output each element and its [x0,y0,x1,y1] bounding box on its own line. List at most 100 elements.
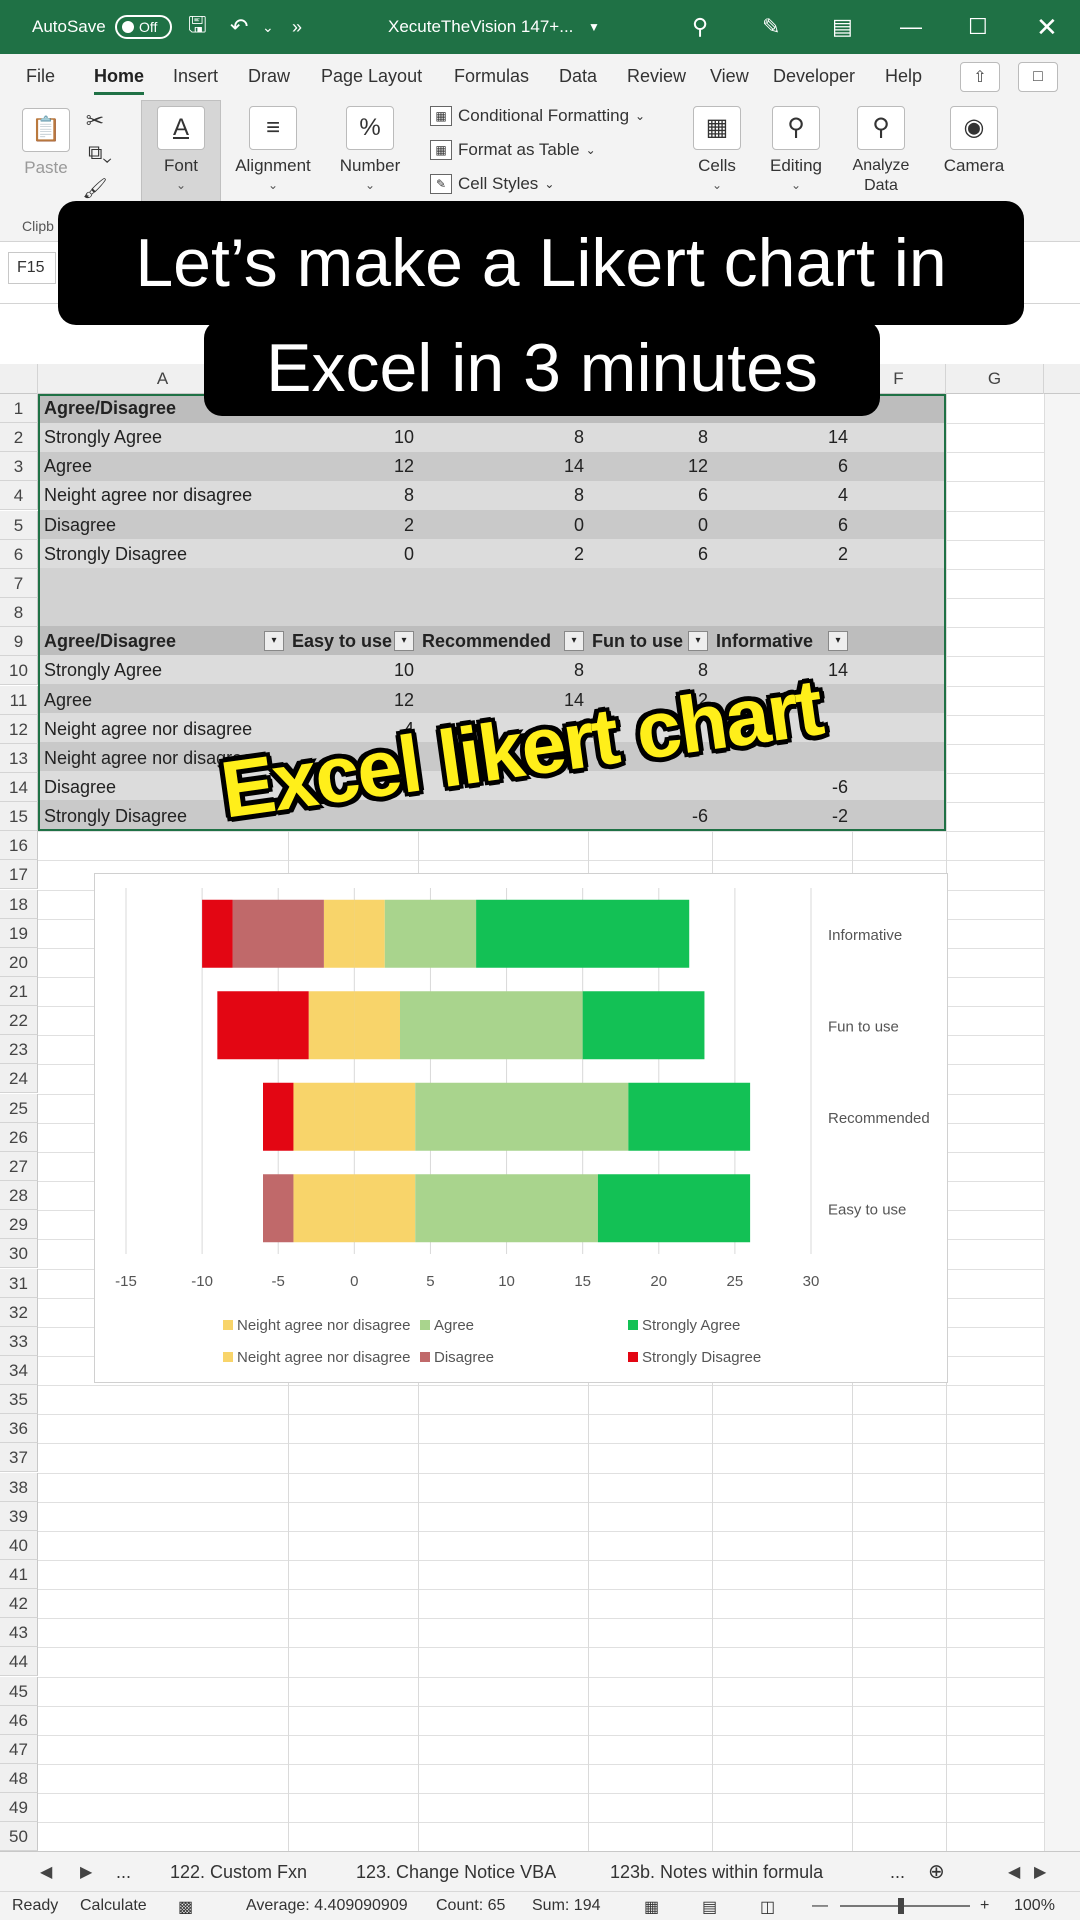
row-header[interactable]: 27 [0,1151,38,1181]
tab-insert[interactable]: Insert [173,66,218,87]
row-header[interactable]: 18 [0,889,38,919]
tab-draw[interactable]: Draw [248,66,290,87]
sheet-more-right[interactable]: ... [890,1862,905,1883]
ribbon-display-icon[interactable]: ▤ [832,0,853,54]
page-break-view-icon[interactable]: ◫ [760,1897,775,1917]
row-header[interactable]: 22 [0,1006,38,1036]
zoom-out-icon[interactable]: — [812,1897,828,1915]
analyze-data-button[interactable]: ⚲ Analyze Data [846,106,916,196]
row-header[interactable]: 25 [0,1093,38,1123]
row-header[interactable]: 28 [0,1181,38,1211]
minimize-icon[interactable]: — [900,0,922,54]
row-header[interactable]: 45 [0,1676,38,1706]
row-header[interactable]: 40 [0,1530,38,1560]
row-header[interactable]: 30 [0,1239,38,1269]
row-header[interactable]: 1 [0,394,38,423]
row-header[interactable]: 42 [0,1589,38,1619]
accessibility-icon[interactable]: ▩ [178,1897,193,1917]
share-icon[interactable]: ⇧ [960,62,1000,92]
cut-icon[interactable]: ✂ [80,108,110,134]
zoom-slider-thumb[interactable] [898,1898,904,1914]
tab-formulas[interactable]: Formulas [454,66,529,87]
row-header[interactable]: 11 [0,685,38,715]
row-header[interactable]: 34 [0,1355,38,1385]
row-header[interactable]: 24 [0,1064,38,1094]
pen-icon[interactable]: ✎ [762,0,780,54]
sheet-tab[interactable]: 122. Custom Fxn [170,1862,307,1883]
row-header[interactable]: 39 [0,1501,38,1531]
document-title[interactable]: XecuteTheVision 147+... [388,0,573,54]
zoom-in-icon[interactable]: + [980,1897,989,1915]
row-header[interactable]: 37 [0,1443,38,1473]
zoom-slider[interactable] [840,1905,970,1907]
tab-home[interactable]: Home [94,66,145,95]
row-header[interactable]: 48 [0,1764,38,1794]
more-commands-icon[interactable]: » [292,0,302,54]
paste-button[interactable]: 📋 Paste [18,108,74,178]
row-header[interactable]: 29 [0,1210,38,1240]
row-header[interactable]: 14 [0,772,38,802]
tab-view[interactable]: View [710,66,749,87]
row-header[interactable]: 7 [0,568,38,598]
undo-icon[interactable]: ↶ [230,0,248,54]
chevron-down-icon[interactable]: ▼ [588,0,600,54]
tab-file[interactable]: File [26,66,55,87]
row-header[interactable]: 12 [0,714,38,744]
number-button[interactable]: % Number ⌄ [334,106,406,192]
save-icon[interactable]: 🖫 [188,0,207,54]
row-header[interactable]: 44 [0,1647,38,1677]
tab-review[interactable]: Review [627,66,686,87]
vertical-scrollbar[interactable] [1044,394,1080,1851]
page-layout-view-icon[interactable]: ▤ [702,1897,717,1917]
scroll-left-icon[interactable]: ◀ [40,1862,52,1882]
tab-developer[interactable]: Developer [773,66,855,87]
row-header[interactable]: 9 [0,627,38,657]
row-header[interactable]: 32 [0,1297,38,1327]
row-header[interactable]: 31 [0,1268,38,1298]
font-button[interactable]: A Font ⌄ [148,106,214,192]
cells-button[interactable]: ▦ Cells ⌄ [690,106,744,192]
copy-icon[interactable]: ⧉⌄ [78,142,122,165]
row-header[interactable]: 35 [0,1385,38,1415]
row-header[interactable]: 33 [0,1326,38,1356]
name-box[interactable]: F15 [8,252,56,284]
row-header[interactable]: 5 [0,510,38,540]
normal-view-icon[interactable]: ▦ [644,1897,659,1917]
row-header[interactable]: 38 [0,1472,38,1502]
search-icon[interactable]: ⚲ [692,0,708,54]
scroll-right-icon[interactable]: ▶ [80,1862,92,1882]
sheet-more-left[interactable]: ... [116,1862,131,1883]
row-header[interactable]: 49 [0,1793,38,1823]
row-header[interactable]: 17 [0,860,38,890]
tab-data[interactable]: Data [559,66,597,87]
row-header[interactable]: 16 [0,831,38,861]
row-header[interactable]: 13 [0,743,38,773]
format-painter-icon[interactable]: 🖌 [80,176,110,201]
editing-button[interactable]: ⚲ Editing ⌄ [762,106,830,192]
select-all-corner[interactable] [0,364,38,394]
tab-help[interactable]: Help [885,66,922,87]
row-header[interactable]: 47 [0,1734,38,1764]
sheet-tab[interactable]: 123. Change Notice VBA [356,1862,556,1883]
camera-button[interactable]: ◉ Camera [938,106,1010,176]
conditional-formatting-button[interactable]: ▦ Conditional Formatting ⌄ [430,106,645,126]
scroll-left-icon[interactable]: ◀ [1008,1862,1020,1882]
row-header[interactable]: 10 [0,656,38,686]
comments-icon[interactable]: □ [1018,62,1058,92]
row-header[interactable]: 2 [0,423,38,453]
row-header[interactable]: 4 [0,481,38,511]
scroll-right-icon[interactable]: ▶ [1034,1862,1046,1882]
chevron-down-icon[interactable]: ⌄ [262,0,274,54]
row-header[interactable]: 50 [0,1822,38,1852]
row-header[interactable]: 26 [0,1122,38,1152]
format-as-table-button[interactable]: ▦ Format as Table ⌄ [430,140,596,160]
column-header-g[interactable]: G [946,364,1044,394]
status-calculate[interactable]: Calculate [80,1897,147,1915]
row-header[interactable]: 23 [0,1035,38,1065]
row-header[interactable]: 8 [0,598,38,628]
add-sheet-icon[interactable]: ⊕ [928,1859,945,1884]
autosave-toggle[interactable]: Off [115,15,172,39]
row-header[interactable]: 20 [0,947,38,977]
likert-chart[interactable]: -15 -10 -5 0 5 10 15 20 25 30 Easy to use Recommend… [94,873,948,1383]
sheet-tab[interactable]: 123b. Notes within formula [610,1862,823,1883]
